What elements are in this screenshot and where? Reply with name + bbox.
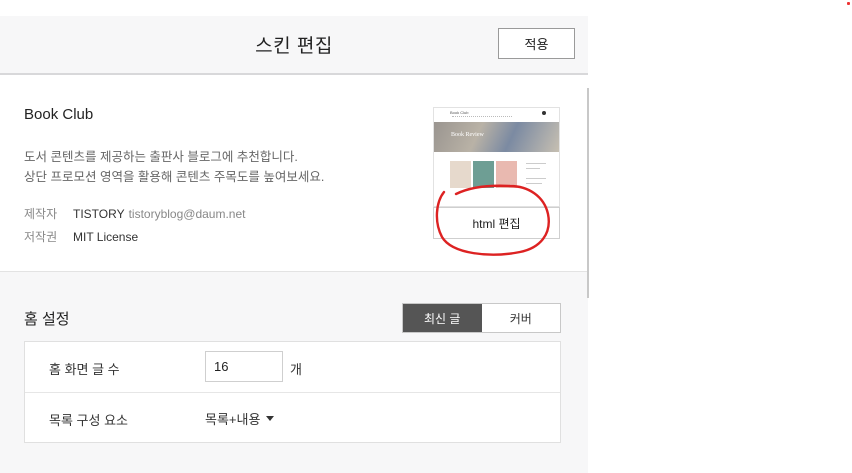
caret-down-icon	[266, 416, 275, 421]
thumbnail-card	[450, 161, 471, 188]
post-count-row: 홈 화면 글 수 개	[25, 342, 560, 393]
list-component-dropdown[interactable]: 목록+내용	[205, 409, 275, 428]
maker-label: 제작자	[24, 207, 58, 221]
license-value: MIT License	[73, 230, 139, 244]
skin-thumbnail: Book Club Book Review	[433, 107, 560, 207]
home-settings-title: 홈 설정	[24, 311, 70, 328]
tab-cover[interactable]: 커버	[481, 304, 560, 332]
home-settings-section: 홈 설정 최신 글 커버 홈 화면 글 수 개 목록 구성 요소 목록+내용	[0, 272, 588, 473]
list-component-value: 목록+내용	[205, 412, 261, 427]
post-count-unit: 개	[290, 362, 302, 377]
skin-description: 도서 콘텐츠를 제공하는 출판사 블로그에 추천합니다. 상단 프로모션 영역을…	[24, 147, 324, 187]
thumbnail-line	[526, 163, 546, 164]
thumbnail-line	[526, 178, 546, 179]
thumbnail-line	[526, 168, 540, 169]
thumbnail-card	[496, 161, 517, 188]
header: 스킨 편집 적용	[0, 16, 588, 75]
license-label: 저작권	[24, 230, 58, 244]
home-settings-box: 홈 화면 글 수 개 목록 구성 요소 목록+내용	[24, 341, 561, 443]
panel-scrollbar[interactable]	[587, 88, 589, 298]
menu-dot-icon	[542, 111, 546, 115]
thumbnail-line	[526, 183, 542, 184]
maker-email: tistoryblog@daum.net	[128, 207, 246, 221]
post-count-input[interactable]	[205, 351, 283, 382]
home-type-toggle: 최신 글 커버	[402, 303, 561, 333]
apply-button[interactable]: 적용	[498, 28, 575, 59]
skin-name: Book Club	[24, 106, 94, 123]
description-line-2: 상단 프로모션 영역을 활용해 콘텐츠 주목도를 높여보세요.	[24, 170, 325, 184]
description-line-1: 도서 콘텐츠를 제공하는 출판사 블로그에 추천합니다.	[24, 150, 298, 164]
list-component-row: 목록 구성 요소 목록+내용	[25, 393, 560, 443]
maker-name: TISTORY	[73, 207, 125, 221]
skin-info-section: Book Club 도서 콘텐츠를 제공하는 출판사 블로그에 추천합니다. 상…	[0, 75, 588, 272]
thumbnail-nav	[452, 116, 512, 118]
thumbnail-hero: Book Review	[434, 122, 559, 152]
thumbnail-hero-text: Book Review	[451, 132, 484, 138]
thumbnail-card	[473, 161, 494, 188]
tab-latest-posts[interactable]: 최신 글	[403, 304, 482, 332]
list-component-label: 목록 구성 요소	[49, 413, 128, 428]
post-count-label: 홈 화면 글 수	[49, 362, 120, 377]
thumbnail-logo: Book Club	[450, 110, 469, 115]
red-dot-mark	[847, 2, 850, 5]
html-edit-button[interactable]: html 편집	[433, 207, 560, 239]
maker-row: 제작자 TISTORY tistoryblog@daum.net	[24, 205, 245, 222]
license-row: 저작권 MIT License	[24, 228, 138, 245]
